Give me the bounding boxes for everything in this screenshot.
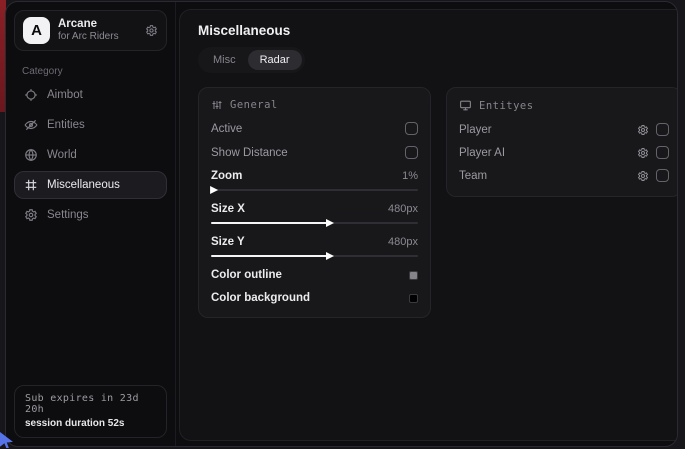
tab-radar[interactable]: Radar [248,50,302,70]
brand-text: Arcane for Arc Riders [58,18,137,43]
sidebar-item-label: Miscellaneous [47,179,120,191]
entity-gear-icon[interactable] [637,170,649,182]
brand-logo: A [23,17,50,44]
show-distance-row: Show Distance [211,146,418,159]
gear-icon [24,208,38,222]
sidebar-item-label: World [47,149,77,161]
brand-subtitle: for Arc Riders [58,31,137,43]
color-background-row: Color background [211,292,418,304]
show-distance-label: Show Distance [211,147,288,159]
sidebar-item-entities[interactable]: Entities [14,111,167,139]
entities-card-title: Entityes [479,100,534,112]
active-checkbox[interactable] [405,122,418,135]
general-card: General Active Show Distance Zoom 1% [198,87,431,318]
sidebar-item-miscellaneous[interactable]: Miscellaneous [14,171,167,199]
entity-row-team: Team [459,169,669,182]
brand-card: A Arcane for Arc Riders [14,10,167,51]
monitor-icon [459,99,472,112]
tab-misc[interactable]: Misc [201,50,248,70]
sidebar-item-label: Settings [47,209,89,221]
entity-label: Player AI [459,147,505,159]
general-card-header: General [211,99,418,111]
app-window: A Arcane for Arc Riders Category Aimbot [5,1,678,447]
sidebar-nav: Aimbot Entities World Miscellaneous [14,81,167,231]
color-outline-row: Color outline [211,269,418,281]
sub-expiry-text: Sub expires in 23d 20h [25,393,156,415]
zoom-value: 1% [402,170,418,182]
session-duration-text: session duration 52s [25,418,156,429]
entity-gear-icon[interactable] [637,124,649,136]
zoom-slider-row: Zoom 1% [211,170,418,191]
entities-card: Entityes Player Player AI [446,87,678,197]
entities-card-header: Entityes [459,99,669,112]
sidebar-item-settings[interactable]: Settings [14,201,167,229]
category-label: Category [22,66,167,77]
color-outline-label: Color outline [211,269,282,281]
active-row: Active [211,122,418,135]
subscription-card: Sub expires in 23d 20h session duration … [14,385,167,438]
color-outline-swatch[interactable] [409,271,418,280]
show-distance-checkbox[interactable] [405,146,418,159]
size-y-slider-row: Size Y 480px [211,236,418,257]
size-x-slider-thumb[interactable] [326,219,334,227]
entity-label: Team [459,170,487,182]
sidebar-item-label: Entities [47,119,85,131]
brand-name: Arcane [58,18,137,31]
size-y-slider-thumb[interactable] [326,252,334,260]
zoom-slider-thumb[interactable] [210,186,218,194]
cards-row: General Active Show Distance Zoom 1% [198,87,678,318]
entities-icon [24,118,38,132]
sliders-icon [211,99,223,111]
entity-gear-icon[interactable] [637,147,649,159]
color-background-label: Color background [211,292,310,304]
entity-label: Player [459,124,492,136]
main-panel: Miscellaneous Misc Radar General Active [179,9,678,441]
crosshair-icon [24,88,38,102]
entity-row-player: Player [459,123,669,136]
globe-icon [24,148,38,162]
tab-bar: Misc Radar [198,47,305,73]
size-x-value: 480px [388,203,418,215]
size-x-label: Size X [211,203,245,215]
color-background-swatch[interactable] [409,294,418,303]
sidebar: A Arcane for Arc Riders Category Aimbot [6,2,176,446]
entity-checkbox[interactable] [656,146,669,159]
grid-icon [24,178,38,192]
size-y-slider[interactable] [211,255,418,257]
sidebar-item-world[interactable]: World [14,141,167,169]
entity-row-player-ai: Player AI [459,146,669,159]
sidebar-item-label: Aimbot [47,89,83,101]
size-x-slider[interactable] [211,222,418,224]
page-title: Miscellaneous [198,23,678,38]
zoom-slider[interactable] [211,189,418,191]
zoom-label: Zoom [211,170,242,182]
general-card-title: General [230,99,278,111]
size-y-label: Size Y [211,236,245,248]
entity-checkbox[interactable] [656,123,669,136]
main-area: Miscellaneous Misc Radar General Active [176,2,678,446]
size-x-slider-row: Size X 480px [211,203,418,224]
active-label: Active [211,123,242,135]
size-y-value: 480px [388,236,418,248]
brand-gear-icon[interactable] [145,24,158,37]
sidebar-item-aimbot[interactable]: Aimbot [14,81,167,109]
entity-checkbox[interactable] [656,169,669,182]
